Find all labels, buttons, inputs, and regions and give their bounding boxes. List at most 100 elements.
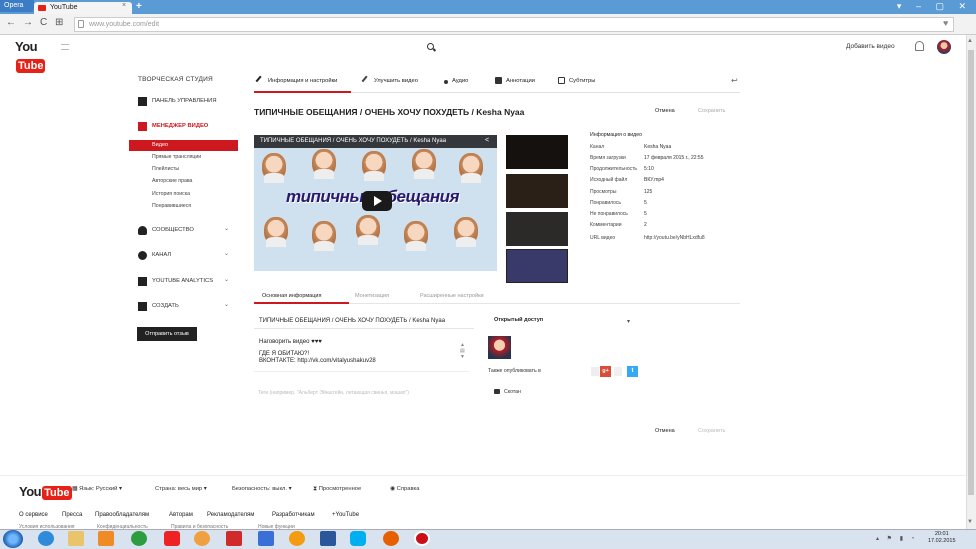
- meta-value: 5:10: [644, 166, 654, 172]
- notifications-bell-icon[interactable]: [915, 41, 924, 51]
- chevron-down-icon[interactable]: ▾: [627, 318, 630, 325]
- utorrent-icon[interactable]: [131, 531, 147, 546]
- footer-link[interactable]: Разработчикам: [272, 512, 315, 518]
- url-input[interactable]: www.youtube.com/edit: [74, 17, 954, 32]
- save-button[interactable]: Сохранить: [698, 108, 725, 114]
- app-icon[interactable]: [194, 531, 210, 546]
- tab-close-icon[interactable]: ×: [122, 2, 126, 9]
- sidebar-subitem-live[interactable]: Прямые трансляции: [152, 154, 201, 160]
- title-input[interactable]: ТИПИЧНЫЕ ОБЕЩАНИЯ / ОЧЕНЬ ХОЧУ ПОХУДЕТЬ …: [254, 314, 474, 329]
- thumbnail-option-3[interactable]: [506, 212, 568, 246]
- account-avatar[interactable]: [937, 40, 951, 54]
- search-icon[interactable]: [427, 43, 434, 50]
- footer-link[interactable]: О сервисе: [19, 512, 48, 518]
- play-button[interactable]: [362, 191, 392, 211]
- footer-youtube-logo[interactable]: You Tube: [19, 483, 72, 501]
- speed-dial-icon[interactable]: ⊞: [55, 17, 63, 28]
- window-controls[interactable]: ▾ – ▢ ✕: [897, 1, 972, 12]
- return-arrow-icon[interactable]: ↩: [731, 76, 738, 85]
- guide-menu-icon[interactable]: [61, 44, 69, 50]
- subtab-monetization[interactable]: Монетизация: [355, 293, 389, 299]
- video-url-link[interactable]: http://youtu.be/yNbHLxdfu8: [644, 235, 705, 241]
- cancel-button-bottom[interactable]: Отмена: [655, 428, 675, 434]
- sidebar-item-dashboard[interactable]: ПАНЕЛЬ УПРАВЛЕНИЯ: [152, 98, 217, 104]
- scroll-up-icon[interactable]: ▲: [967, 38, 973, 44]
- video-player[interactable]: типичные обещания ТИПИЧНЫЕ ОБЕЩАНИЯ / ОЧ…: [254, 135, 497, 271]
- sidebar-subitem-playlists[interactable]: Плейлисты: [152, 166, 179, 172]
- sidebar-item-channel[interactable]: КАНАЛ: [152, 252, 171, 258]
- start-button[interactable]: [3, 530, 23, 548]
- back-arrow-icon[interactable]: ←: [6, 17, 16, 28]
- footer-link[interactable]: Пресса: [62, 512, 82, 518]
- sidebar-subitem-videos[interactable]: Видео: [129, 140, 238, 151]
- share-checkbox[interactable]: [591, 367, 599, 376]
- comments-toggle[interactable]: Скотан: [494, 389, 521, 395]
- description-scrollbar[interactable]: ▲ ▤ ▼: [460, 342, 468, 367]
- country-selector[interactable]: Страна: весь мир ▾: [155, 486, 207, 492]
- skype-icon[interactable]: [350, 531, 366, 546]
- mail-icon[interactable]: [258, 531, 274, 546]
- language-selector[interactable]: ▦ Язык: Русский ▾: [72, 486, 122, 492]
- save-button-bottom[interactable]: Сохранить: [698, 428, 725, 434]
- sidebar-item-video-manager[interactable]: МЕНЕДЖЕР ВИДЕО: [152, 123, 208, 129]
- media-player-icon[interactable]: [98, 531, 114, 546]
- app-icon[interactable]: [226, 531, 242, 546]
- yandex-icon[interactable]: [164, 531, 180, 546]
- description-textarea[interactable]: Наговорить видео ♥♥♥ ГДЕ Я ОБИТАЮ?! ВКОН…: [254, 336, 469, 372]
- thumbnail-option-2[interactable]: [506, 174, 568, 208]
- system-tray[interactable]: ▴ ⚑ ▮ ◔: [876, 535, 917, 542]
- thumbnail-option-1[interactable]: [506, 135, 568, 169]
- chevron-down-icon[interactable]: ⌄: [224, 276, 229, 283]
- youtube-logo[interactable]: You Tube: [15, 38, 55, 73]
- tab-info-settings[interactable]: Информация и настройки: [255, 75, 337, 86]
- help-link[interactable]: ◉ Справка: [390, 486, 419, 492]
- tab-annotations[interactable]: Аннотации: [495, 77, 535, 84]
- file-explorer-icon[interactable]: [68, 531, 84, 546]
- tab-audio[interactable]: Аудио: [444, 77, 468, 84]
- meta-value[interactable]: Kesha Nyaa: [644, 144, 671, 150]
- privacy-select[interactable]: Открытый доступ: [494, 317, 634, 328]
- scroll-down-icon[interactable]: ▼: [967, 519, 973, 525]
- history-link[interactable]: ⧗ Просмотренное: [313, 486, 361, 493]
- twitter-icon[interactable]: t: [627, 366, 638, 377]
- footer-link[interactable]: Рекламодателям: [207, 512, 254, 518]
- heart-bookmark-icon[interactable]: ♥: [943, 18, 948, 28]
- google-plus-icon[interactable]: g+: [600, 366, 611, 377]
- upload-button[interactable]: Добавить видео: [846, 43, 895, 50]
- forward-arrow-icon[interactable]: →: [23, 17, 33, 28]
- odnoklassniki-icon[interactable]: [289, 531, 305, 546]
- thumbnail-option-4-selected[interactable]: [506, 249, 568, 283]
- browser-tab-youtube[interactable]: YouTube: [34, 2, 132, 14]
- word-icon[interactable]: [320, 531, 336, 546]
- sidebar-subitem-liked[interactable]: Понравившиеся: [152, 203, 191, 209]
- chevron-down-icon[interactable]: ⌄: [224, 301, 229, 308]
- sidebar-item-analytics[interactable]: YOUTUBE ANALYTICS: [152, 278, 213, 284]
- tab-enhancements[interactable]: Улучшить видео: [361, 75, 418, 86]
- sidebar-subitem-copyright[interactable]: Авторские права: [152, 178, 192, 184]
- reload-icon[interactable]: C: [40, 17, 47, 28]
- firefox-icon[interactable]: [383, 531, 399, 546]
- subtab-advanced[interactable]: Расширенные настройки: [420, 293, 484, 299]
- tags-input[interactable]: Теги (например, "Альберт Эйнштейн, летаю…: [258, 390, 409, 396]
- cancel-button[interactable]: Отмена: [655, 108, 675, 114]
- footer-link[interactable]: Авторам: [169, 512, 193, 518]
- opera-menu-button[interactable]: Opera: [0, 0, 34, 12]
- sidebar-item-community[interactable]: СООБЩЕСТВО: [152, 227, 194, 233]
- opera-icon[interactable]: [414, 531, 430, 546]
- share-icon[interactable]: <: [485, 137, 489, 144]
- send-feedback-button[interactable]: Отправить отзыв: [137, 327, 197, 341]
- scrollbar-thumb[interactable]: [968, 50, 974, 495]
- new-tab-button[interactable]: +: [136, 2, 142, 12]
- internet-explorer-icon[interactable]: [38, 531, 54, 546]
- sidebar-subitem-search-history[interactable]: История поиска: [152, 191, 190, 197]
- subtab-basic-info[interactable]: Основная информация: [262, 293, 321, 299]
- share-checkbox[interactable]: [614, 367, 622, 376]
- chevron-down-icon[interactable]: ⌄: [224, 225, 229, 232]
- safety-selector[interactable]: Безопасность: выкл. ▾: [232, 486, 292, 492]
- footer-link[interactable]: Правообладателям: [95, 512, 149, 518]
- footer-link[interactable]: +YouTube: [332, 512, 359, 518]
- taskbar-clock[interactable]: 20:01 17.02.2015: [928, 531, 956, 545]
- sidebar-item-create[interactable]: СОЗДАТЬ: [152, 303, 179, 309]
- chevron-down-icon[interactable]: ⌄: [224, 250, 229, 257]
- tab-subtitles[interactable]: Субтитры: [558, 77, 595, 84]
